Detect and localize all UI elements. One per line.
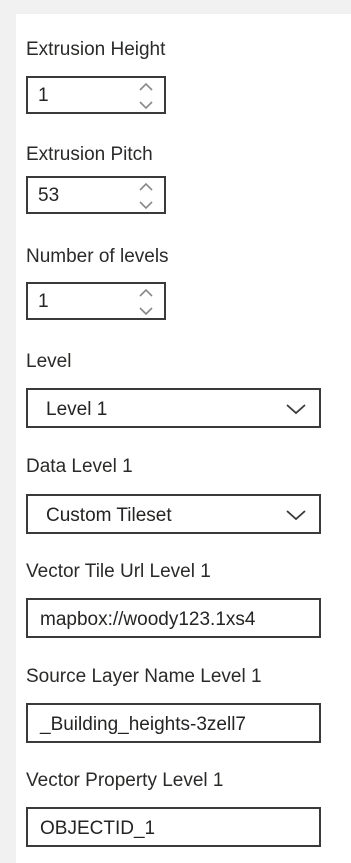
data-level-1-dropdown[interactable]: Custom Tileset	[26, 494, 321, 534]
number-of-levels-label: Number of levels	[26, 246, 169, 267]
level-dropdown[interactable]: Level 1	[26, 388, 321, 428]
vector-property-input[interactable]: OBJECTID_1	[26, 807, 321, 847]
spinner-up-down-icon[interactable]	[136, 286, 156, 318]
chevron-down-icon[interactable]	[285, 508, 307, 522]
level-label: Level	[26, 351, 72, 372]
spinner-up-down-icon[interactable]	[136, 80, 156, 112]
source-layer-name-input[interactable]: _Building_heights-3zell7	[26, 703, 321, 743]
vector-property-value[interactable]: OBJECTID_1	[40, 817, 155, 841]
number-of-levels-spinner[interactable]: 1	[26, 282, 166, 320]
extrusion-pitch-value[interactable]: 53	[38, 184, 59, 208]
extrusion-pitch-spinner[interactable]: 53	[26, 176, 166, 214]
extrusion-pitch-label: Extrusion Pitch	[26, 144, 153, 165]
source-layer-name-label: Source Layer Name Level 1	[26, 666, 262, 687]
source-layer-name-value[interactable]: _Building_heights-3zell7	[40, 713, 246, 737]
spinner-up-down-icon[interactable]	[136, 180, 156, 212]
number-of-levels-value[interactable]: 1	[38, 290, 49, 314]
data-level-1-label: Data Level 1	[26, 456, 133, 477]
extrusion-height-label: Extrusion Height	[26, 39, 166, 60]
vector-property-label: Vector Property Level 1	[26, 770, 224, 791]
extrusion-height-value[interactable]: 1	[38, 84, 49, 108]
level-selected-value: Level 1	[46, 399, 108, 420]
data-level-1-selected-value: Custom Tileset	[46, 505, 172, 526]
chevron-down-icon[interactable]	[285, 402, 307, 416]
extrusion-height-spinner[interactable]: 1	[26, 76, 166, 114]
vector-tile-url-value[interactable]: mapbox://woody123.1xs4	[40, 608, 255, 632]
vector-tile-url-input[interactable]: mapbox://woody123.1xs4	[26, 598, 321, 638]
vector-tile-url-label: Vector Tile Url Level 1	[26, 561, 211, 582]
